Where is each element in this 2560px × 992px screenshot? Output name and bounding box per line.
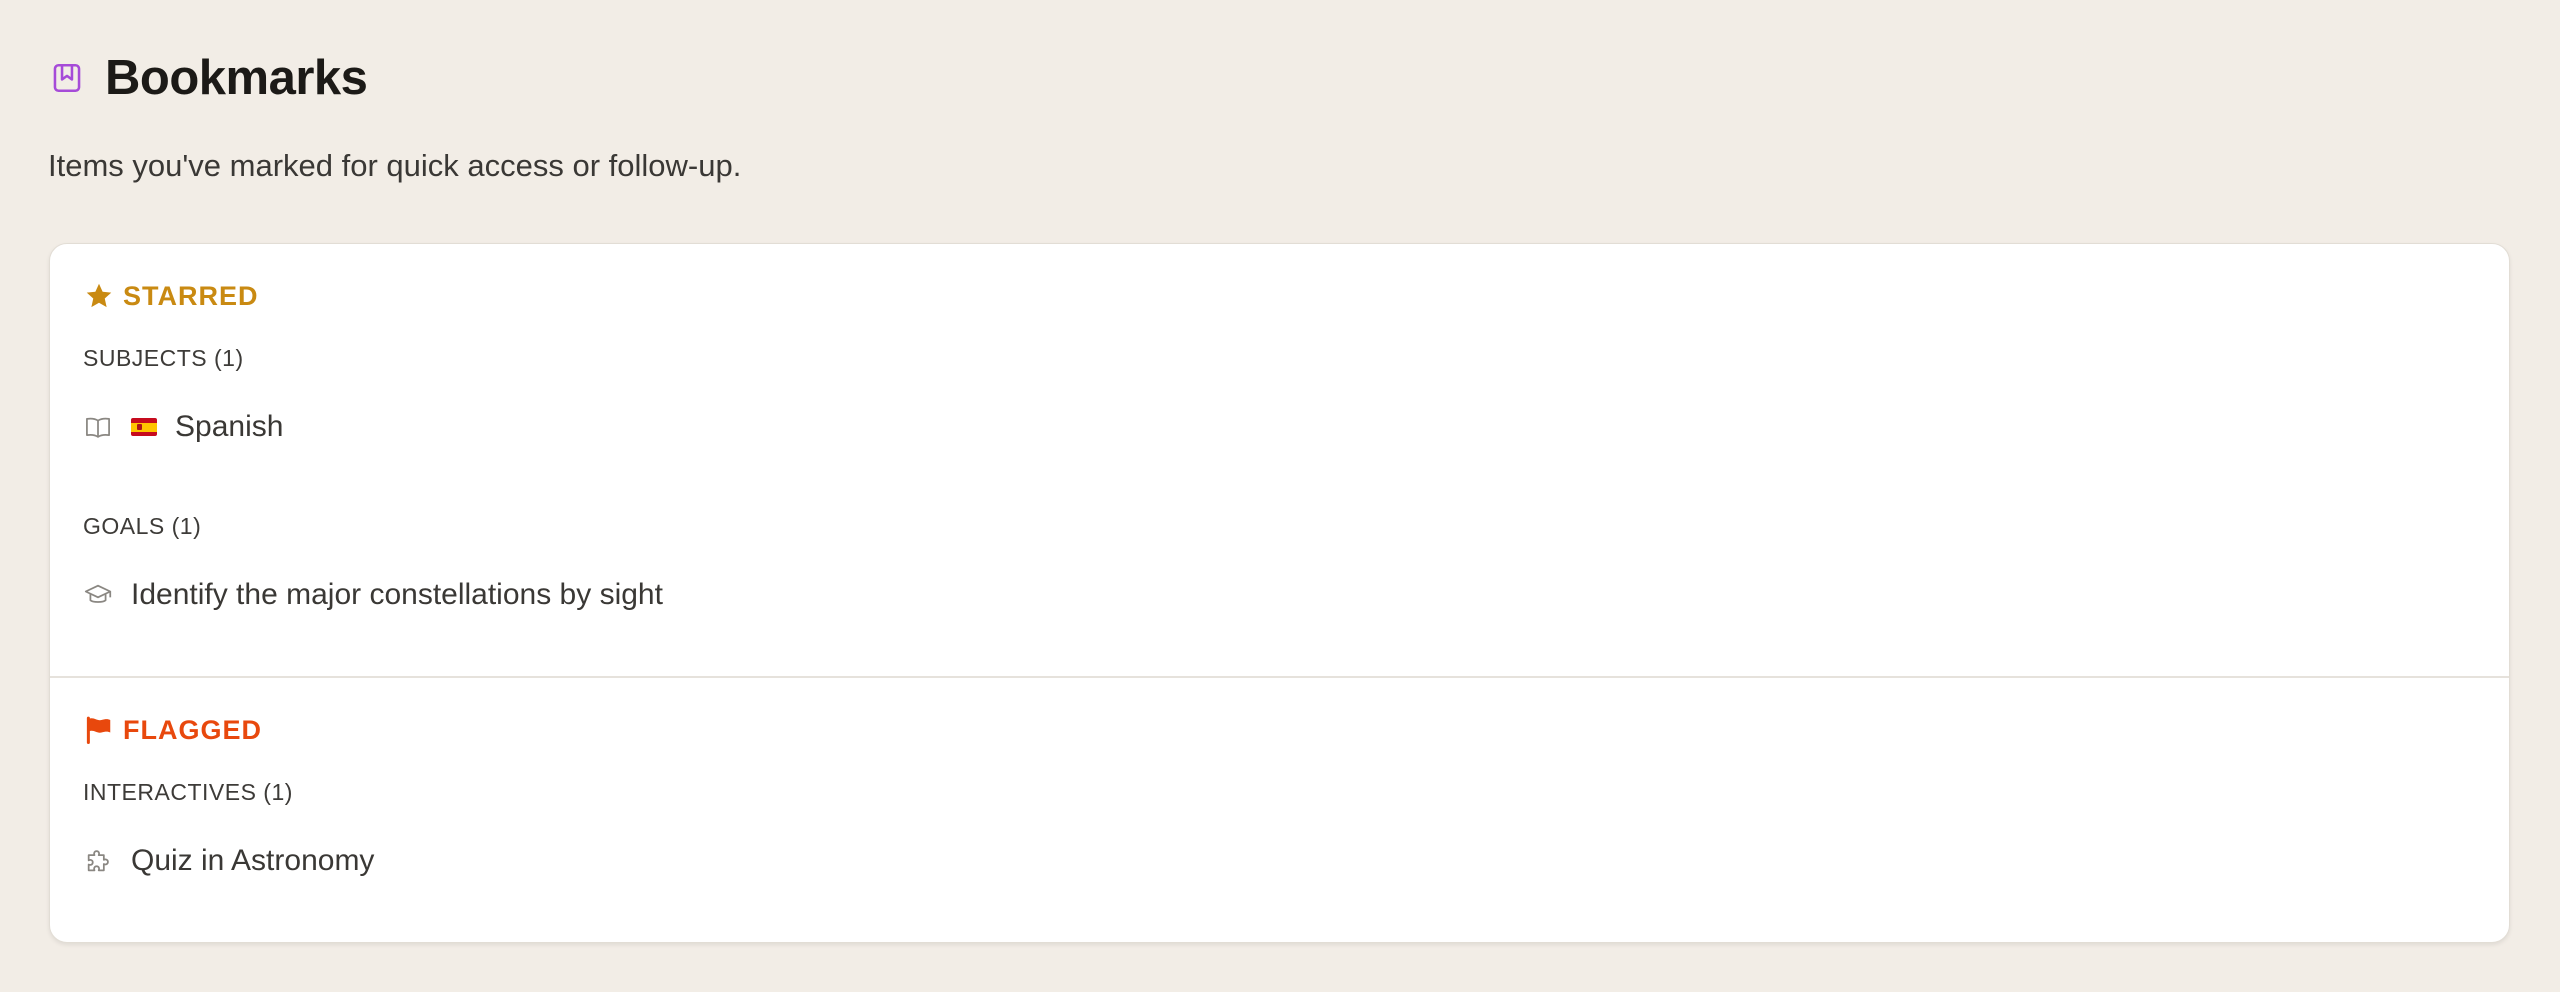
starred-heading-label: STARRED <box>123 281 259 311</box>
bookmark-item-label: Identify the major constellations by sig… <box>131 578 663 611</box>
graduation-cap-icon <box>83 580 113 610</box>
goals-group-label: GOALS (1) <box>83 513 202 539</box>
bookmark-item-spanish[interactable]: Spanish <box>83 408 283 446</box>
subjects-group-label: SUBJECTS (1) <box>83 345 244 371</box>
page-subtitle: Items you've marked for quick access or … <box>48 148 742 183</box>
bookmarks-card: STARRED SUBJECTS (1) Spanish GOALS (1) I… <box>49 243 2510 943</box>
page-header: Bookmarks <box>49 48 368 108</box>
bookmarks-page: Bookmarks Items you've marked for quick … <box>0 0 2560 992</box>
spain-flag-emoji <box>131 418 157 436</box>
starred-heading: STARRED <box>83 280 259 312</box>
bookmark-item-label: Quiz in Astronomy <box>131 844 375 877</box>
flagged-section: FLAGGED INTERACTIVES (1) Quiz in Astrono… <box>50 678 2509 942</box>
flag-icon <box>83 714 115 746</box>
book-icon <box>83 412 113 442</box>
bookmark-item-goal[interactable]: Identify the major constellations by sig… <box>83 576 663 614</box>
flagged-heading: FLAGGED <box>83 714 262 746</box>
flagged-heading-label: FLAGGED <box>123 715 262 745</box>
interactives-group-label: INTERACTIVES (1) <box>83 779 293 805</box>
page-title: Bookmarks <box>105 51 368 105</box>
bookmark-item-label: Spanish <box>175 410 284 443</box>
starred-section: STARRED SUBJECTS (1) Spanish GOALS (1) I… <box>50 244 2509 678</box>
bookmark-icon <box>49 60 85 96</box>
star-icon <box>83 280 115 312</box>
puzzle-icon <box>83 846 113 876</box>
bookmark-item-quiz[interactable]: Quiz in Astronomy <box>83 842 374 880</box>
